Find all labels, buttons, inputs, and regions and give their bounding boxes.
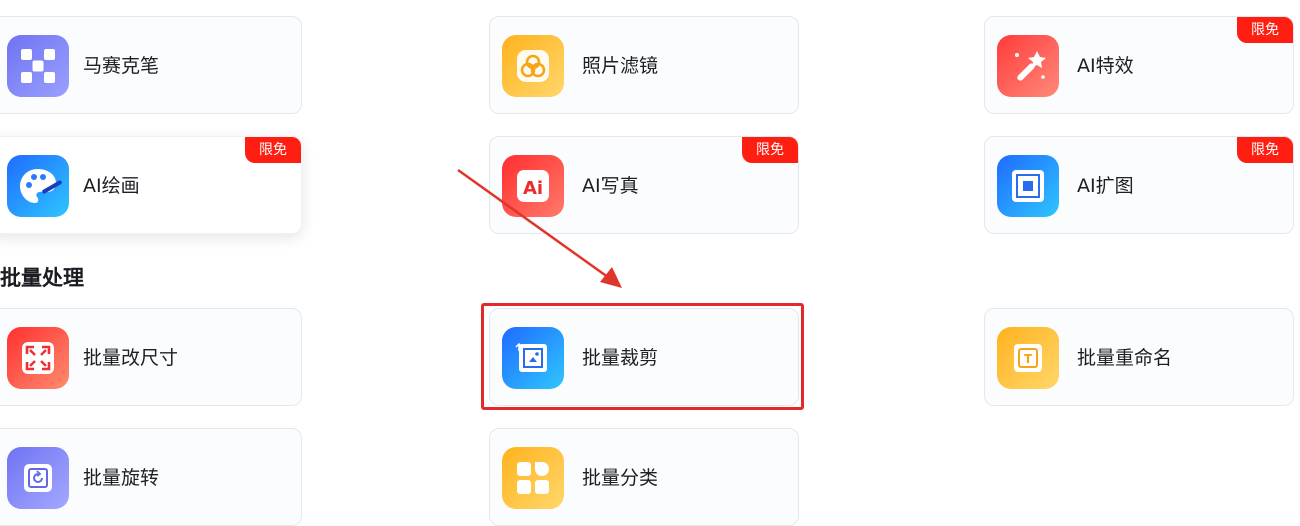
tool-card-ai-expand[interactable]: AI扩图 限免: [984, 136, 1294, 234]
palette-icon: [7, 155, 69, 217]
tool-card-batch-resize[interactable]: 批量改尺寸: [0, 308, 302, 406]
tool-label: 批量改尺寸: [83, 347, 179, 369]
free-badge: 限免: [245, 137, 301, 163]
tool-label: 照片滤镜: [582, 55, 659, 77]
tool-card-batch-rotate[interactable]: 批量旋转: [0, 428, 302, 526]
free-badge: 限免: [1237, 17, 1293, 43]
tool-card-mosaic-pen[interactable]: 马赛克笔: [0, 16, 302, 114]
tool-label: 马赛克笔: [83, 55, 160, 77]
classify-icon: [502, 447, 564, 509]
tool-label: 批量重命名: [1077, 347, 1173, 369]
magic-wand-icon: [997, 35, 1059, 97]
tool-card-ai-portrait[interactable]: Ai AI写真 限免: [489, 136, 799, 234]
rename-icon: T: [997, 327, 1059, 389]
tool-card-ai-painting[interactable]: AI绘画 限免: [0, 136, 302, 234]
free-badge: 限免: [1237, 137, 1293, 163]
rotate-icon: [7, 447, 69, 509]
mosaic-icon: [7, 35, 69, 97]
tool-label: 批量旋转: [83, 467, 160, 489]
tool-card-batch-classify[interactable]: 批量分类: [489, 428, 799, 526]
tool-card-photo-filter[interactable]: 照片滤镜: [489, 16, 799, 114]
expand-image-icon: [997, 155, 1059, 217]
svg-text:Ai: Ai: [523, 178, 543, 199]
free-badge: 限免: [742, 137, 798, 163]
svg-text:T: T: [1024, 352, 1033, 366]
tool-label: 批量裁剪: [582, 347, 659, 369]
resize-icon: [7, 327, 69, 389]
tool-card-batch-crop[interactable]: 批量裁剪: [489, 308, 799, 406]
tool-card-batch-rename[interactable]: T 批量重命名: [984, 308, 1294, 406]
section-title-batch: 批量处理: [0, 266, 84, 290]
photo-filter-icon: [502, 35, 564, 97]
tool-label: AI绘画: [83, 175, 140, 197]
tool-label: AI写真: [582, 175, 639, 197]
tool-label: AI扩图: [1077, 175, 1134, 197]
tool-card-ai-effects[interactable]: AI特效 限免: [984, 16, 1294, 114]
crop-icon: [502, 327, 564, 389]
ai-portrait-icon: Ai: [502, 155, 564, 217]
tool-label: 批量分类: [582, 467, 659, 489]
tool-label: AI特效: [1077, 55, 1134, 77]
